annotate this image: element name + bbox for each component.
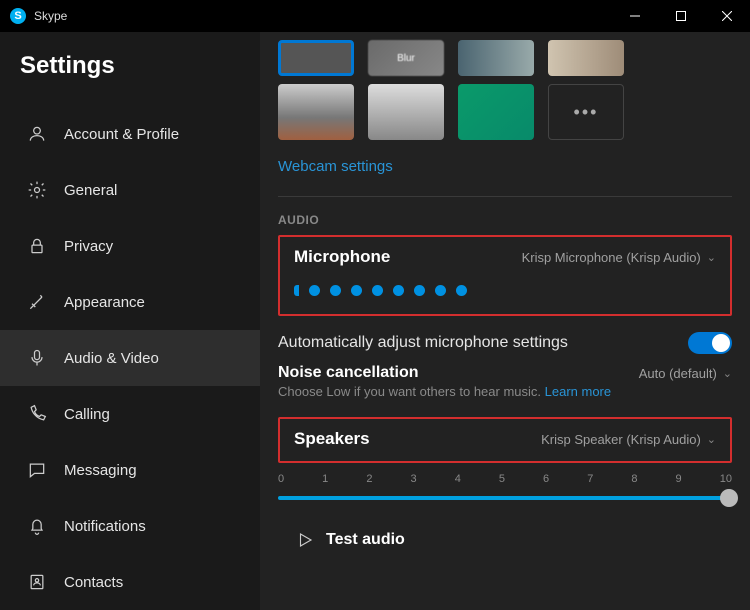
sidebar-item-contacts[interactable]: Contacts — [0, 554, 260, 610]
lock-icon — [26, 235, 48, 257]
auto-adjust-toggle[interactable] — [688, 332, 732, 354]
sidebar-item-label: Audio & Video — [64, 350, 159, 367]
maximize-button[interactable] — [658, 0, 704, 32]
learn-more-link[interactable]: Learn more — [545, 384, 611, 399]
background-thumbs-row-1: Blur — [278, 40, 732, 76]
slider-track — [278, 496, 732, 500]
speakers-title: Speakers — [294, 429, 370, 449]
webcam-settings-link[interactable]: Webcam settings — [278, 158, 393, 175]
test-audio-button[interactable]: Test audio — [278, 531, 732, 549]
sidebar-item-general[interactable]: General — [0, 162, 260, 218]
sidebar-item-account[interactable]: Account & Profile — [0, 106, 260, 162]
sidebar-item-messaging[interactable]: Messaging — [0, 442, 260, 498]
background-thumb[interactable] — [548, 40, 624, 76]
microphone-level-meter — [294, 285, 716, 296]
titlebar: S Skype — [0, 0, 750, 32]
sidebar-item-label: Privacy — [64, 238, 113, 255]
microphone-device-value: Krisp Microphone (Krisp Audio) — [522, 250, 701, 265]
background-thumb[interactable] — [368, 84, 444, 140]
app-title: Skype — [34, 9, 67, 23]
divider — [278, 196, 732, 197]
sidebar-item-label: General — [64, 182, 117, 199]
minimize-button[interactable] — [612, 0, 658, 32]
gear-icon — [26, 179, 48, 201]
phone-icon — [26, 403, 48, 425]
sidebar-item-label: Messaging — [64, 462, 137, 479]
noise-cancellation-title: Noise cancellation — [278, 364, 419, 382]
bell-icon — [26, 515, 48, 537]
auto-adjust-label: Automatically adjust microphone settings — [278, 334, 568, 352]
background-thumb-blur[interactable]: Blur — [368, 40, 444, 76]
background-thumb[interactable] — [278, 84, 354, 140]
settings-heading: Settings — [20, 52, 260, 80]
background-thumbs-row-2: ••• — [278, 84, 732, 140]
person-icon — [26, 123, 48, 145]
noise-cancellation-value: Auto (default) — [639, 366, 717, 381]
main-panel: Blur ••• Webcam settings AUDIO Microphon… — [260, 32, 750, 610]
wand-icon — [26, 291, 48, 313]
speakers-device-value: Krisp Speaker (Krisp Audio) — [541, 432, 701, 447]
contacts-icon — [26, 571, 48, 593]
toggle-knob — [712, 334, 730, 352]
speakers-device-dropdown[interactable]: Krisp Speaker (Krisp Audio) ⌄ — [541, 432, 716, 447]
microphone-highlight-box: Microphone Krisp Microphone (Krisp Audio… — [278, 235, 732, 316]
close-button[interactable] — [704, 0, 750, 32]
noise-cancellation-dropdown[interactable]: Auto (default) ⌄ — [639, 366, 732, 381]
chat-icon — [26, 459, 48, 481]
window-controls — [612, 0, 750, 32]
sidebar-item-label: Contacts — [64, 574, 123, 591]
background-thumb[interactable] — [458, 84, 534, 140]
sidebar-item-notifications[interactable]: Notifications — [0, 498, 260, 554]
sidebar-item-appearance[interactable]: Appearance — [0, 274, 260, 330]
sidebar-item-calling[interactable]: Calling — [0, 386, 260, 442]
chevron-down-icon: ⌄ — [707, 251, 716, 264]
background-thumb-none[interactable] — [278, 40, 354, 76]
sidebar: Settings Account & Profile General Priva… — [0, 32, 260, 610]
test-audio-label: Test audio — [326, 531, 405, 549]
sidebar-item-label: Calling — [64, 406, 110, 423]
sidebar-item-audio-video[interactable]: Audio & Video — [0, 330, 260, 386]
speakers-highlight-box: Speakers Krisp Speaker (Krisp Audio) ⌄ — [278, 417, 732, 463]
speaker-volume-slider[interactable]: 01 23 45 67 89 10 — [278, 473, 732, 507]
microphone-icon — [26, 347, 48, 369]
microphone-title: Microphone — [294, 247, 390, 267]
sidebar-item-privacy[interactable]: Privacy — [0, 218, 260, 274]
noise-cancellation-desc: Choose Low if you want others to hear mu… — [278, 384, 732, 399]
more-backgrounds-button[interactable]: ••• — [548, 84, 624, 140]
chevron-down-icon: ⌄ — [707, 433, 716, 446]
audio-section-label: AUDIO — [278, 213, 732, 227]
background-thumb[interactable] — [458, 40, 534, 76]
slider-ticks: 01 23 45 67 89 10 — [278, 473, 732, 485]
play-icon — [296, 531, 314, 549]
chevron-down-icon: ⌄ — [723, 367, 732, 380]
slider-thumb[interactable] — [720, 489, 738, 507]
skype-icon: S — [10, 8, 26, 24]
sidebar-item-label: Appearance — [64, 294, 145, 311]
sidebar-item-label: Notifications — [64, 518, 146, 535]
sidebar-item-label: Account & Profile — [64, 126, 179, 143]
microphone-device-dropdown[interactable]: Krisp Microphone (Krisp Audio) ⌄ — [522, 250, 716, 265]
